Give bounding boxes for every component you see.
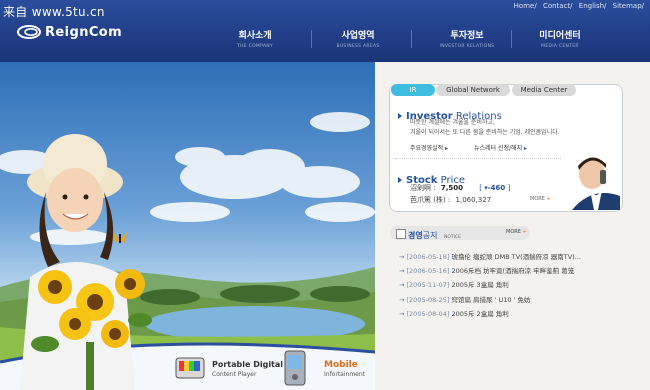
logo[interactable]: ReignCom: [16, 24, 122, 40]
nav-company[interactable]: 회사소개 THE COMPANY: [205, 28, 305, 49]
nav-media[interactable]: 미디어센터 MEDIA CENTER: [510, 28, 610, 49]
nav-label: 회사소개: [238, 31, 272, 41]
notice-more-link[interactable]: MORE +: [506, 229, 527, 235]
notice-item[interactable]: → [2006-05-16] 2006斥档 坊牢竟(酒揣府凉 牢畔鉴蓟 葛笼: [399, 265, 574, 275]
stock-label: 沼剁啊 :: [410, 184, 436, 192]
portable-digital-link[interactable]: Portable Digital Content Player: [212, 360, 283, 380]
bullet-icon: [398, 113, 402, 119]
arrow-icon: →: [399, 253, 407, 261]
nav-investor[interactable]: 투자정보 INVESTOR RELATIONS: [417, 28, 517, 49]
notice-item[interactable]: → [2006-05-18] 琥撸伦 瘤蛇顽 DMB TV(酒揣府凉 器南TV)…: [399, 251, 581, 261]
arrow-icon: →: [399, 267, 407, 275]
notice-en: NOTICE: [444, 235, 461, 240]
document-icon: [396, 229, 406, 239]
product-subtitle: Content Player: [212, 371, 257, 378]
nav-sublabel: INVESTOR RELATIONS: [439, 44, 495, 49]
nav-sublabel: BUSINESS AREAS: [336, 44, 380, 49]
notice-date: [2005-08-25]: [406, 296, 450, 304]
bullet-icon: [398, 177, 402, 183]
home-link[interactable]: Home/: [514, 2, 537, 10]
hero-photo: [0, 62, 375, 390]
stock-more-link[interactable]: MORE +: [530, 196, 551, 202]
watermark-text: 来自 www.5tu.cn: [3, 5, 105, 19]
notice-date: [2005-11-07]: [406, 281, 450, 289]
newsletter-link[interactable]: 뉴스레터 신청/해지 ▸: [474, 143, 527, 152]
mobile-link[interactable]: Mobile Infortainment: [324, 360, 365, 380]
hero-illustration: [0, 112, 375, 390]
stock-value: 7,500: [440, 184, 463, 192]
notice-item[interactable]: → [2005-08-25] 窍馆扁 肩措尿 ' U10 ' 免妨: [399, 294, 530, 304]
notice-title: 경영공지 NOTICE: [396, 229, 461, 241]
nav-sublabel: MEDIA CENTER: [541, 44, 579, 49]
stock-change: [ ▾-460 ]: [479, 184, 511, 192]
tab-global-network[interactable]: Global Network: [436, 84, 510, 96]
results-link[interactable]: 주요경영실적 ▸: [410, 143, 448, 152]
logo-text: ReignCom: [45, 24, 123, 40]
notice-title-strong: 경영: [408, 231, 423, 240]
logo-swirl-icon: [17, 25, 41, 39]
tab-media-center[interactable]: Media Center: [512, 84, 576, 96]
arrow-icon: ▸: [524, 145, 528, 152]
newsletter-link-label: 뉴스레터 신청/해지: [474, 145, 523, 152]
plus-icon: +: [546, 196, 551, 202]
product-title: Mobile: [324, 360, 358, 370]
ir-desc-line: 겨울이 되어서는 또 다른 봄을 준비하는 기업, 레인콤입니다.: [410, 129, 560, 136]
arrow-icon: ▸: [445, 145, 449, 152]
divider: [395, 158, 573, 160]
ir-description: 따뜻한 계절에는 겨울을 준비하고, 겨울이 되어서는 또 다른 봄을 준비하는…: [410, 118, 610, 138]
pda-icon: [284, 350, 306, 386]
product-title: Portable Digital: [212, 360, 284, 369]
english-link[interactable]: English/: [579, 2, 607, 10]
notice-text: 琥撸伦 瘤蛇顽 DMB TV(酒揣府凉 器南TV)...: [451, 253, 581, 261]
product-subtitle: Infortainment: [324, 371, 366, 378]
stock-volume-row: 芭爪篤 (株) : 1,060,327: [410, 195, 491, 205]
notice-text: 2005斥 3盒扁 角利: [451, 281, 509, 289]
nav-label: 투자정보: [450, 31, 484, 41]
arrow-icon: →: [399, 281, 407, 289]
results-link-label: 주요경영실적: [410, 145, 444, 152]
nav-business[interactable]: 사업영역 BUSINESS AREAS: [308, 28, 408, 49]
notice-date: [2006-05-16]: [406, 267, 450, 275]
notice-text: 窍馆扁 肩措尿 ' U10 ' 免妨: [451, 296, 531, 304]
notice-text: 2006斥档 坊牢竟(酒揣府凉 牢畔鉴蓟 葛笼: [451, 267, 575, 275]
notice-item[interactable]: → [2005-11-07] 2005斥 3盒扁 角利: [399, 279, 509, 289]
stock-change-value: -460: [487, 184, 506, 192]
notice-item[interactable]: → [2005-08-04] 2005斥 2盒扁 角利: [399, 308, 509, 318]
tab-ir[interactable]: IR: [391, 84, 435, 96]
arrow-icon: →: [399, 310, 407, 318]
ir-desc-line: 따뜻한 계절에는 겨울을 준비하고,: [410, 119, 495, 126]
notice-text: 2005斥 2盒扁 角利: [451, 310, 509, 318]
volume-value: 1,060,327: [455, 196, 492, 204]
nav-label: 미디어센터: [539, 31, 581, 41]
mobile-device-image[interactable]: [284, 350, 306, 386]
notice-date: [2006-05-18]: [406, 253, 450, 261]
top-links: Home/ Contact/ English/ Sitemap/: [510, 2, 644, 10]
player-product-image[interactable]: [175, 356, 205, 380]
tv-player-icon: [175, 357, 205, 379]
more-label: MORE: [506, 229, 521, 235]
sitemap-link[interactable]: Sitemap/: [613, 2, 644, 10]
nav-divider: [411, 30, 412, 48]
plus-icon: +: [522, 229, 527, 235]
contact-link[interactable]: Contact/: [543, 2, 573, 10]
nav-sublabel: THE COMPANY: [237, 44, 273, 49]
notice-date: [2005-08-04]: [406, 310, 450, 318]
stock-price-row: 沼剁啊 : 7,500 [ ▾-460 ]: [410, 183, 510, 193]
notice-title-rest: 공지: [422, 231, 438, 240]
more-label: MORE: [530, 196, 545, 202]
arrow-icon: →: [399, 296, 407, 304]
man-on-phone-image: [562, 156, 620, 210]
volume-label: 芭爪篤 (株) :: [410, 196, 451, 204]
nav-label: 사업영역: [341, 31, 375, 41]
